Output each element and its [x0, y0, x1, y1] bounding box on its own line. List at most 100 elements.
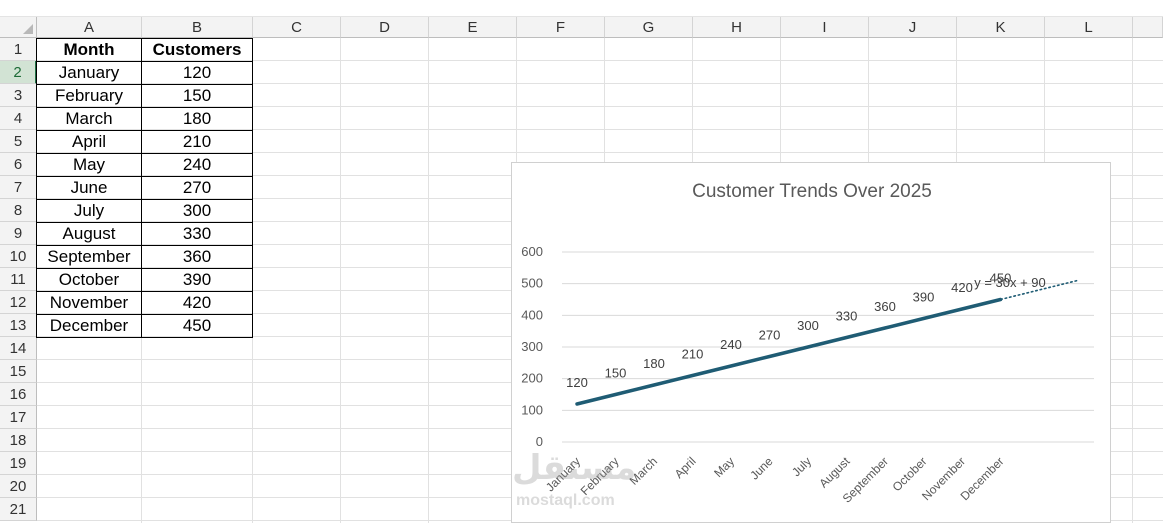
column-header-j[interactable]: J	[869, 17, 957, 38]
toolbar-strip	[0, 0, 1163, 17]
data-point	[691, 374, 694, 377]
data-point	[652, 383, 656, 387]
customers-cell[interactable]: 330	[141, 222, 253, 246]
spreadsheet: ABCDEFGHIJKL 1 2 3 4 5 6 7 8 9 10 11 12 13 14 15 16 17 18…	[0, 0, 1163, 523]
y-tick-label: 100	[521, 402, 543, 417]
row-header-9[interactable]: 9	[0, 222, 37, 245]
month-cell[interactable]: October	[36, 268, 142, 292]
row-header-5[interactable]: 5	[0, 130, 37, 153]
data-label: 390	[913, 290, 935, 305]
chart-title: Customer Trends Over 2025	[692, 181, 932, 202]
customers-cell[interactable]: 150	[141, 84, 253, 108]
row-header-10[interactable]: 10	[0, 245, 37, 268]
month-cell[interactable]: January	[36, 61, 142, 85]
data-point	[845, 336, 848, 339]
column-header-h[interactable]: H	[693, 17, 781, 38]
chart-canvas: Customer Trends Over 2025 0 100 200 300 400 50…	[521, 181, 1094, 506]
row-header-3[interactable]: 3	[0, 84, 37, 107]
row-header-18[interactable]: 18	[0, 429, 37, 452]
row-header-16[interactable]: 16	[0, 383, 37, 406]
month-cell[interactable]: July	[36, 199, 142, 223]
customers-cell[interactable]: 120	[141, 61, 253, 85]
data-label: 420	[951, 280, 973, 295]
customers-cell[interactable]: 240	[141, 153, 253, 177]
row-header-13[interactable]: 13	[0, 314, 37, 337]
month-cell[interactable]: November	[36, 291, 142, 315]
data-point	[806, 345, 810, 349]
x-tick-label: February	[578, 454, 622, 498]
row-header-11[interactable]: 11	[0, 268, 37, 291]
data-label: 120	[566, 375, 588, 390]
column-header-b[interactable]: B	[142, 17, 253, 38]
row-header-15[interactable]: 15	[0, 360, 37, 383]
data-point	[999, 298, 1002, 301]
header-cell-month[interactable]: Month	[36, 38, 142, 62]
trendline-equation: y = 30x + 90	[974, 275, 1046, 290]
row-header-20[interactable]: 20	[0, 475, 37, 498]
data-label: 240	[720, 337, 742, 352]
row-header-21[interactable]: 21	[0, 498, 37, 521]
data-point	[575, 402, 579, 406]
column-header-l[interactable]: L	[1045, 17, 1133, 38]
header-cell-customers[interactable]: Customers	[141, 38, 253, 62]
month-cell[interactable]: June	[36, 176, 142, 200]
row-header-2[interactable]: 2	[0, 61, 37, 84]
month-cell[interactable]: September	[36, 245, 142, 269]
y-tick-label: 0	[536, 434, 543, 449]
column-header-k[interactable]: K	[957, 17, 1045, 38]
data-point	[768, 355, 771, 358]
month-cell[interactable]: March	[36, 107, 142, 131]
data-label: 180	[643, 356, 665, 371]
month-cell[interactable]: May	[36, 153, 142, 177]
column-header-d[interactable]: D	[341, 17, 429, 38]
data-point	[729, 364, 733, 368]
column-header-g[interactable]: G	[605, 17, 693, 38]
customers-cell[interactable]: 360	[141, 245, 253, 269]
column-header-filler	[1133, 17, 1163, 38]
column-header-f[interactable]: F	[517, 17, 605, 38]
y-tick-label: 400	[521, 307, 543, 322]
row-header-4[interactable]: 4	[0, 107, 37, 130]
month-cell[interactable]: December	[36, 314, 142, 338]
month-cell[interactable]: August	[36, 222, 142, 246]
x-tick-label: March	[627, 454, 660, 487]
customers-cell[interactable]: 450	[141, 314, 253, 338]
customers-cell[interactable]: 270	[141, 176, 253, 200]
y-tick-label: 600	[521, 244, 543, 259]
data-label: 330	[836, 309, 858, 324]
column-header-e[interactable]: E	[429, 17, 517, 38]
data-label: 360	[874, 299, 896, 314]
data-label: 150	[605, 366, 627, 381]
month-cell[interactable]: February	[36, 84, 142, 108]
x-tick-label: August	[816, 454, 853, 491]
row-header-7[interactable]: 7	[0, 176, 37, 199]
customers-cell[interactable]: 180	[141, 107, 253, 131]
row-header-19[interactable]: 19	[0, 452, 37, 475]
line-chart[interactable]: Customer Trends Over 2025 0 100 200 300 400 50…	[511, 162, 1111, 523]
data-label: 300	[797, 318, 819, 333]
y-tick-label: 300	[521, 339, 543, 354]
row-header-6[interactable]: 6	[0, 153, 37, 176]
customers-cell[interactable]: 420	[141, 291, 253, 315]
data-point	[883, 326, 887, 330]
x-tick-label: July	[789, 454, 814, 479]
row-header-12[interactable]: 12	[0, 291, 37, 314]
column-header-c[interactable]: C	[253, 17, 341, 38]
month-cell[interactable]: April	[36, 130, 142, 154]
customers-cell[interactable]: 210	[141, 130, 253, 154]
data-point	[614, 393, 617, 396]
column-header-i[interactable]: I	[781, 17, 869, 38]
row-header-8[interactable]: 8	[0, 199, 37, 222]
row-header-17[interactable]: 17	[0, 406, 37, 429]
x-tick-label: May	[711, 454, 737, 480]
column-header-a[interactable]: A	[37, 17, 142, 38]
customers-cell[interactable]: 390	[141, 268, 253, 292]
data-label: 270	[759, 328, 781, 343]
row-header-1[interactable]: 1	[0, 38, 37, 61]
select-all-corner[interactable]	[0, 17, 37, 38]
data-label: 210	[682, 347, 704, 362]
row-header-14[interactable]: 14	[0, 337, 37, 360]
customers-cell[interactable]: 300	[141, 199, 253, 223]
data-point	[960, 307, 964, 311]
y-tick-label: 200	[521, 371, 543, 386]
